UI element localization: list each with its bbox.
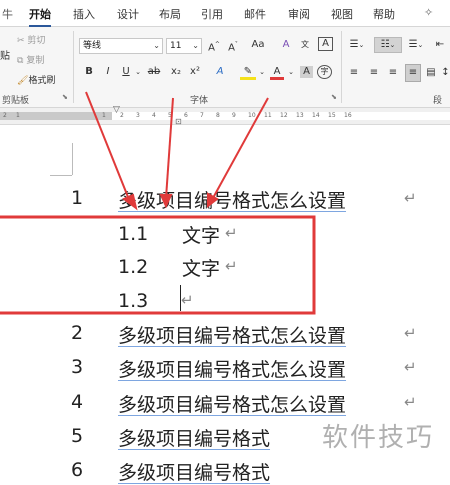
highlight-box <box>0 215 316 315</box>
annotation-overlay <box>0 91 316 315</box>
annotation-arrowhead <box>207 192 219 209</box>
annotation-arrowhead <box>122 193 138 211</box>
annotation-arrowhead <box>159 194 173 209</box>
annotation-arrow <box>212 97 269 199</box>
annotation-arrow <box>165 97 174 199</box>
annotation-arrow <box>85 91 131 203</box>
